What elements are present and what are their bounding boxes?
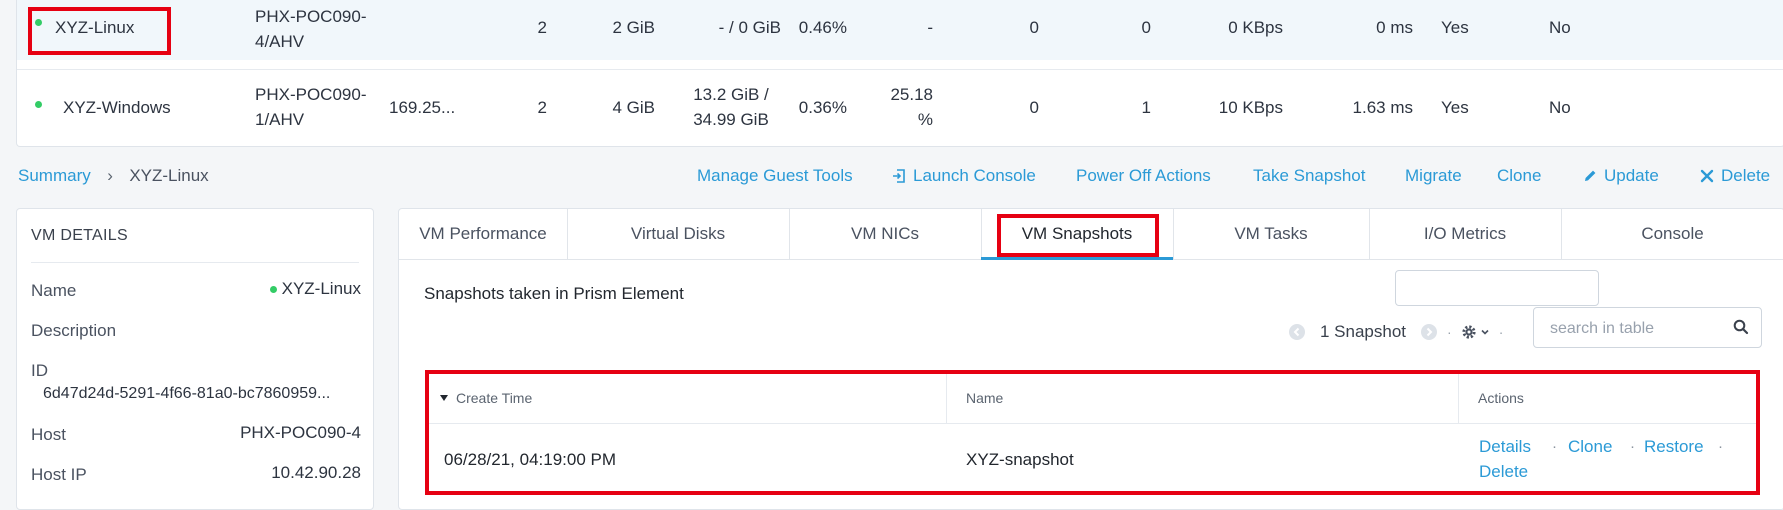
divider [31,262,359,263]
next-page-icon[interactable] [1420,323,1438,341]
highlight-box [997,214,1159,257]
search-input[interactable] [1548,308,1732,349]
vm-details-title: VM DETAILS [31,227,128,244]
table-row[interactable]: XYZ-Windows PHX-POC090- 1/AHV 169.25... … [17,70,1783,144]
vm-read-iops: 0 [1029,97,1039,117]
host-value: PHX-POC090-4 [240,423,361,442]
vm-ha: No [1549,97,1571,117]
vm-io-latency: 0 ms [1376,17,1413,37]
vm-details-panel: VM DETAILS Name XYZ-Linux Description ID… [16,208,374,510]
clone-link[interactable]: Clone [1497,166,1541,185]
name-value: XYZ-Linux [269,279,361,299]
vm-cores: 2 [537,17,547,37]
vm-write-iops: 1 [1141,97,1151,117]
id-label: ID [31,361,48,380]
gear-icon [1462,325,1476,339]
vm-memory-usage: - [927,17,933,37]
table-settings-button[interactable] [1461,324,1490,340]
vm-io-bandwidth: 10 KBps [1218,97,1283,117]
vm-write-iops: 0 [1141,17,1151,37]
action-migrate[interactable]: Migrate [1405,166,1462,186]
vm-host: PHX-POC090- 1/AHV [255,85,367,129]
vm-read-iops: 0 [1029,17,1039,37]
previous-page-icon[interactable] [1288,323,1306,341]
vm-cpu-usage: 0.36% [798,97,847,117]
action-delete[interactable]: Delete [1700,166,1770,186]
vm-flash-mode: Yes [1441,17,1469,37]
breadcrumb-summary-link[interactable]: Summary [18,166,91,185]
table-row[interactable]: XYZ-Linux PHX-POC090- 4/AHV 2 2 GiB - / … [17,0,1783,60]
power-off-actions-link[interactable]: Power Off Actions [1076,166,1211,185]
vm-memory: 4 GiB [612,97,655,117]
action-launch-console[interactable]: Launch Console [891,166,1036,186]
vm-host: PHX-POC090- 4/AHV [255,7,367,51]
power-on-status-dot [269,285,277,293]
pencil-icon [1585,170,1596,181]
vm-flash-mode: Yes [1441,97,1469,117]
pagination: 1 Snapshot · · [1288,317,1512,347]
action-take-snapshot[interactable]: Take Snapshot [1253,166,1365,186]
highlight-box [28,7,171,55]
description-label: Description [31,321,117,340]
search-box[interactable] [1533,307,1762,349]
id-value: 6d47d24d-5291-4f66-81a0-bc7860959... [43,385,331,402]
vm-memory-usage: 25.18 % [890,85,933,129]
host-ip-label: Host IP [31,465,87,484]
vm-io-latency: 1.63 ms [1352,97,1413,117]
snapshot-count: 1 Snapshot [1320,322,1407,341]
tab-vm-tasks[interactable]: VM Tasks [1173,209,1370,259]
delete-link[interactable]: Delete [1721,166,1770,186]
highlight-box [425,370,1760,495]
tab-virtual-disks[interactable]: Virtual Disks [567,209,790,259]
vm-storage: 13.2 GiB / 34.99 GiB [693,85,769,129]
launch-console-link[interactable]: Launch Console [913,166,1036,186]
name-label: Name [31,281,77,300]
update-link[interactable]: Update [1604,166,1659,186]
vm-io-bandwidth: 0 KBps [1228,17,1283,37]
breadcrumb-separator: › [107,166,113,185]
tab-vm-nics[interactable]: VM NICs [789,209,982,259]
breadcrumb: Summary › XYZ-Linux [18,166,209,186]
vm-storage: - / 0 GiB [718,17,781,37]
migrate-link[interactable]: Migrate [1405,166,1462,185]
power-on-status-dot [35,101,42,108]
vm-memory: 2 GiB [612,17,655,37]
vm-cores: 2 [537,97,547,117]
vm-table: XYZ-Linux PHX-POC090- 4/AHV 2 2 GiB - / … [16,0,1783,147]
chevron-down-icon [1481,329,1489,335]
action-manage-guest-tools[interactable]: Manage Guest Tools [697,166,853,186]
vm-name[interactable]: XYZ-Windows [63,82,171,132]
vm-cpu-usage: 0.46% [798,17,847,37]
tab-io-metrics[interactable]: I/O Metrics [1369,209,1562,259]
vm-ip: 169.25... [389,97,456,117]
manage-guest-tools-link[interactable]: Manage Guest Tools [697,166,853,185]
search-box [1395,270,1599,306]
tab-vm-performance[interactable]: VM Performance [399,209,568,259]
search-icon [1733,319,1749,335]
host-ip-value: 10.42.90.28 [271,463,361,482]
separator-dot: · [1447,324,1452,340]
close-icon [1700,169,1714,183]
action-clone[interactable]: Clone [1497,166,1541,186]
breadcrumb-current: XYZ-Linux [129,166,209,185]
vm-ha: No [1549,17,1571,37]
take-snapshot-link[interactable]: Take Snapshot [1253,166,1365,185]
separator-dot: · [1498,324,1504,340]
action-update[interactable]: Update [1582,166,1659,186]
action-power-off[interactable]: Power Off Actions [1076,166,1211,186]
tab-console[interactable]: Console [1561,209,1783,259]
host-label: Host [31,425,66,444]
launch-console-icon [893,169,905,183]
snapshots-section-title: Snapshots taken in Prism Element [424,284,684,303]
